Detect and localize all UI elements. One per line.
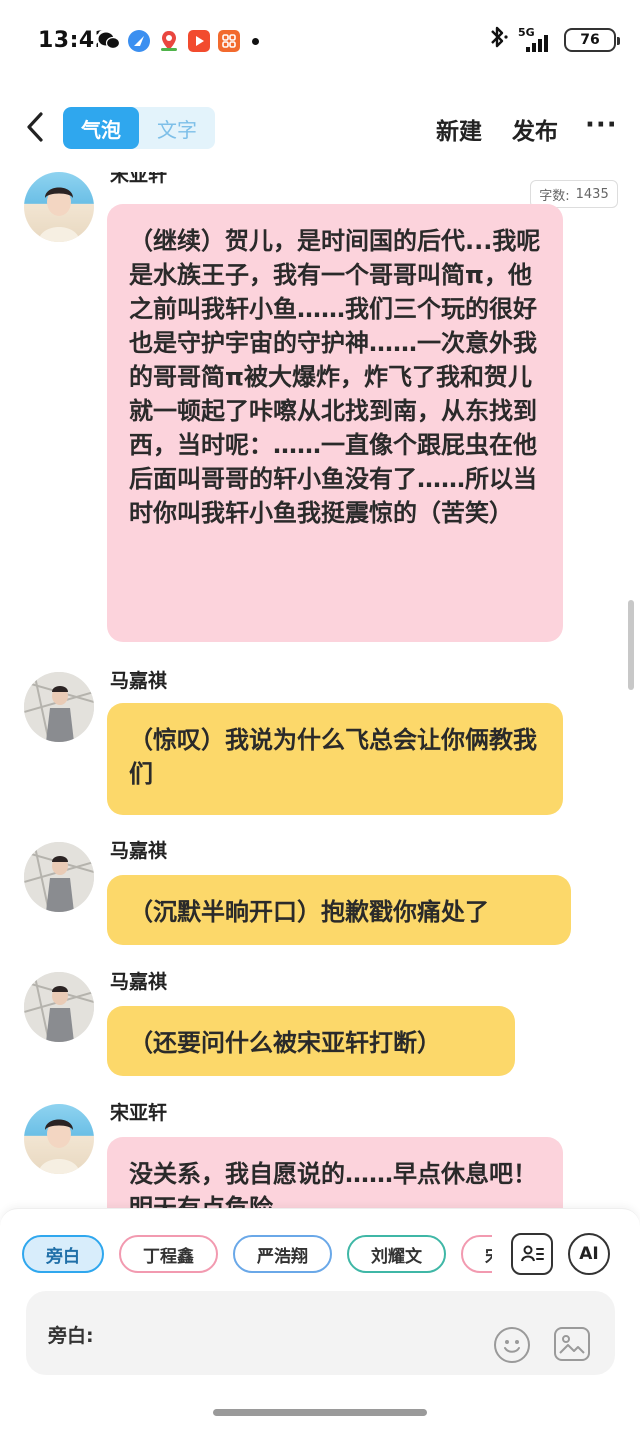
video-play-icon: [188, 30, 210, 52]
new-button[interactable]: 新建: [436, 112, 482, 146]
input-panel: 旁白 丁程鑫 严浩翔 刘耀文 宋亚轩 AI 旁白:: [0, 1208, 640, 1429]
message-bubble[interactable]: （惊叹）我说为什么飞总会让你俩教我们: [107, 703, 563, 815]
more-options-button[interactable]: ···: [585, 110, 618, 140]
contact-card-icon: [521, 1245, 544, 1262]
publish-button[interactable]: 发布: [512, 112, 558, 146]
message-sender: 马嘉祺: [110, 670, 168, 692]
input-placeholder: 旁白:: [48, 1325, 94, 1347]
chat-area[interactable]: 宋亚轩 字数: 1435 （继续）贺儿，是时间国的后代...我呢是水族王子，我有…: [0, 172, 640, 1212]
word-count-label: 字数:: [539, 188, 570, 204]
message-bubble[interactable]: （沉默半晌开口）抱歉戳你痛处了: [107, 875, 571, 945]
avatar[interactable]: [24, 672, 94, 742]
back-button[interactable]: [20, 110, 50, 144]
mode-toggle: 气泡 文字: [63, 107, 215, 149]
image-icon[interactable]: [554, 1327, 590, 1361]
bluetooth-icon: [488, 24, 508, 56]
signal-icon: 5G: [518, 26, 554, 54]
status-right: 5G 76: [488, 24, 620, 56]
message-bubble[interactable]: 没关系，我自愿说的……早点休息吧！明天有点危险: [107, 1137, 563, 1212]
top-bar: 气泡 文字 新建 发布 ···: [0, 96, 640, 160]
message-sender: 马嘉祺: [110, 971, 168, 993]
role-chip[interactable]: 丁程鑫: [119, 1235, 218, 1273]
map-pin-icon: [158, 30, 180, 52]
role-chip[interactable]: 严浩翔: [233, 1235, 332, 1273]
ai-button[interactable]: AI: [568, 1233, 610, 1275]
notification-icons: [98, 30, 259, 52]
message-sender: 马嘉祺: [110, 840, 168, 862]
battery-icon: 76: [564, 28, 620, 52]
message-sender: 宋亚轩: [110, 172, 168, 186]
avatar[interactable]: [24, 1104, 94, 1174]
battery-level: 76: [580, 32, 600, 48]
message-sender: 宋亚轩: [110, 1102, 168, 1124]
app-grid-icon: [218, 30, 240, 52]
message-bubble[interactable]: （继续）贺儿，是时间国的后代...我呢是水族王子，我有一个哥哥叫简π，他之前叫我…: [107, 204, 563, 642]
role-selector: 旁白 丁程鑫 严浩翔 刘耀文 宋亚轩: [22, 1235, 492, 1275]
role-chip[interactable]: 宋亚轩: [461, 1235, 492, 1273]
message-bubble[interactable]: （还要问什么被宋亚轩打断）: [107, 1006, 515, 1076]
avatar[interactable]: [24, 972, 94, 1042]
avatar[interactable]: [24, 172, 94, 242]
role-chip-narrator[interactable]: 旁白: [22, 1235, 104, 1273]
browser-icon: [128, 30, 150, 52]
status-bar: 13:42 5G 76: [0, 0, 640, 84]
wechat-icon: [98, 30, 120, 52]
character-card-button[interactable]: [511, 1233, 553, 1275]
avatar[interactable]: [24, 842, 94, 912]
scrollbar[interactable]: [628, 600, 634, 690]
role-chip[interactable]: 刘耀文: [347, 1235, 446, 1273]
message-input[interactable]: 旁白:: [26, 1291, 615, 1375]
word-count-value: 1435: [575, 186, 609, 202]
home-indicator[interactable]: [213, 1409, 427, 1416]
chevron-left-icon: [27, 112, 43, 142]
tab-bubble[interactable]: 气泡: [63, 107, 139, 149]
chat-editor-screen: 13:42 5G 76 气泡 文字 新建 发布 ··· 宋亚轩 字数: 1435…: [0, 0, 640, 1429]
tab-text[interactable]: 文字: [139, 107, 215, 149]
more-notifications-dot-icon: [252, 37, 259, 45]
emoji-icon[interactable]: [494, 1327, 530, 1363]
